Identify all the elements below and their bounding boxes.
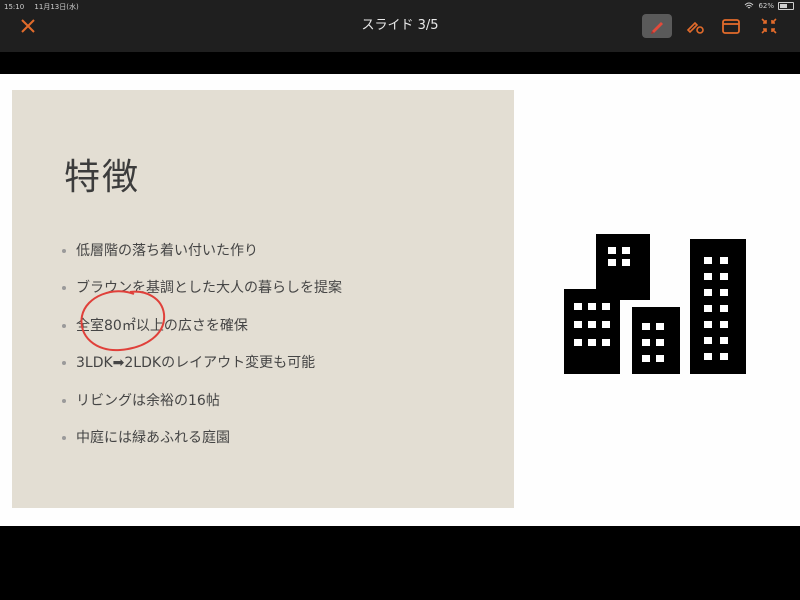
status-left: 15:10 11月13日(水) bbox=[4, 2, 87, 12]
wifi-icon bbox=[745, 2, 754, 9]
slide-heading: 特徴 bbox=[64, 157, 141, 198]
close-button[interactable] bbox=[14, 16, 42, 42]
status-bar: 15:10 11月13日(水) 62% bbox=[0, 0, 800, 12]
shrink-icon bbox=[761, 18, 777, 34]
window-icon bbox=[722, 19, 740, 34]
bullet-item: リビングは余裕の16帖 bbox=[60, 390, 342, 427]
shrink-button[interactable] bbox=[754, 14, 784, 38]
pen-icon bbox=[651, 22, 663, 34]
battery-percent: 62% bbox=[758, 2, 774, 10]
letterbox-top bbox=[0, 52, 800, 74]
slide-canvas: 特徴 低層階の落ち着い付いた作り ブラウンを基調とした大人の暮らしを提案 全室8… bbox=[0, 74, 800, 526]
bullet-item: 低層階の落ち着い付いた作り bbox=[60, 240, 342, 277]
content-panel: 特徴 低層階の落ち着い付いた作り ブラウンを基調とした大人の暮らしを提案 全室8… bbox=[12, 90, 514, 508]
status-date: 11月13日(水) bbox=[34, 3, 79, 11]
status-right: 62% bbox=[744, 2, 794, 10]
toolbar: スライド 3/5 bbox=[0, 12, 800, 52]
window-button[interactable] bbox=[716, 14, 746, 38]
slide-title: スライド 3/5 bbox=[361, 18, 439, 33]
eraser-icon bbox=[686, 21, 704, 34]
battery-icon bbox=[778, 2, 794, 10]
eraser-tool-button[interactable] bbox=[680, 14, 710, 38]
letterbox-bottom bbox=[0, 526, 800, 600]
buildings-icon bbox=[564, 234, 746, 374]
handwritten-circle-annotation bbox=[80, 290, 166, 352]
status-time: 15:10 bbox=[4, 3, 25, 11]
pen-tool-button[interactable] bbox=[642, 14, 672, 38]
bullet-item: 3LDK➡2LDKのレイアウト変更も可能 bbox=[60, 352, 342, 389]
close-icon bbox=[21, 19, 35, 33]
bullet-item: 中庭には緑あふれる庭園 bbox=[60, 427, 342, 464]
